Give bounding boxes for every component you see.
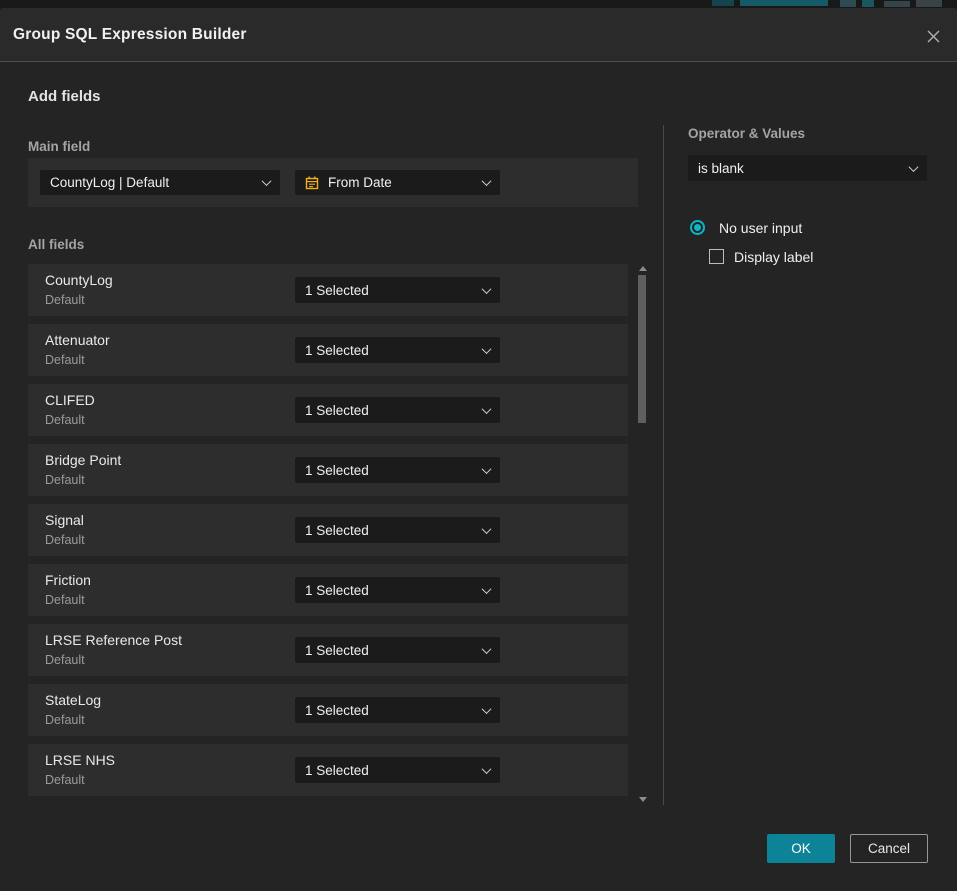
field-name: LRSE Reference Post [45, 632, 182, 648]
field-type: Default [45, 353, 85, 367]
field-name: Bridge Point [45, 452, 121, 468]
chevron-down-icon [909, 162, 919, 172]
dialog-title: Group SQL Expression Builder [13, 26, 247, 44]
add-fields-heading: Add fields [28, 88, 101, 105]
operator-dropdown[interactable]: is blank [688, 155, 927, 181]
field-type: Default [45, 593, 85, 607]
background-app-fragment [840, 0, 856, 7]
chevron-down-icon [482, 176, 492, 186]
panel-divider [663, 125, 664, 805]
background-app-fragment [884, 1, 910, 7]
field-type: Default [45, 293, 85, 307]
field-type: Default [45, 413, 85, 427]
background-app-fragment [862, 0, 874, 7]
no-user-input-label: No user input [719, 220, 802, 236]
close-icon [925, 28, 942, 45]
main-field-field-value: From Date [328, 175, 475, 190]
field-selection-dropdown[interactable]: 1 Selected [295, 517, 500, 543]
field-type: Default [45, 713, 85, 727]
field-type: Default [45, 773, 85, 787]
field-row-attenuator: Attenuator Default 1 Selected [28, 324, 628, 376]
field-row-friction: Friction Default 1 Selected [28, 564, 628, 616]
all-fields-label: All fields [28, 237, 84, 252]
field-row-signal: Signal Default 1 Selected [28, 504, 628, 556]
background-app-fragment [712, 0, 734, 6]
close-button[interactable] [924, 27, 942, 45]
main-field-panel: CountyLog | Default From Date [28, 158, 638, 207]
field-selection-dropdown[interactable]: 1 Selected [295, 397, 500, 423]
field-name: LRSE NHS [45, 752, 115, 768]
dialog-titlebar: Group SQL Expression Builder [0, 8, 957, 62]
field-row-bridge-point: Bridge Point Default 1 Selected [28, 444, 628, 496]
main-field-source-value: CountyLog | Default [50, 175, 255, 190]
screen: Group SQL Expression Builder Add fields … [0, 0, 957, 891]
radio-selected-dot [694, 224, 701, 231]
field-selection-dropdown[interactable]: 1 Selected [295, 637, 500, 663]
ok-button[interactable]: OK [767, 834, 835, 863]
chevron-down-icon [262, 176, 272, 186]
field-type: Default [45, 473, 85, 487]
cancel-button[interactable]: Cancel [850, 834, 928, 863]
scrollbar-thumb[interactable] [638, 275, 646, 423]
no-user-input-radio[interactable] [690, 220, 705, 235]
scrollbar-down-arrow-icon[interactable] [639, 797, 647, 802]
field-selection-dropdown[interactable]: 1 Selected [295, 697, 500, 723]
background-app-fragment [740, 0, 828, 6]
field-name: Signal [45, 512, 84, 528]
field-type: Default [45, 533, 85, 547]
field-row-countylog: CountyLog Default 1 Selected [28, 264, 628, 316]
display-label-label: Display label [734, 249, 813, 265]
scrollbar-up-arrow-icon[interactable] [639, 266, 647, 271]
field-name: CLIFED [45, 392, 95, 408]
field-selection-dropdown[interactable]: 1 Selected [295, 577, 500, 603]
operator-value: is blank [698, 161, 902, 176]
field-selection-dropdown[interactable]: 1 Selected [295, 337, 500, 363]
chevron-down-icon [482, 524, 492, 534]
field-selection-dropdown[interactable]: 1 Selected [295, 457, 500, 483]
chevron-down-icon [482, 344, 492, 354]
calendar-icon [305, 176, 319, 190]
field-name: CountyLog [45, 272, 113, 288]
chevron-down-icon [482, 284, 492, 294]
chevron-down-icon [482, 584, 492, 594]
chevron-down-icon [482, 464, 492, 474]
group-sql-expression-builder-dialog: Group SQL Expression Builder Add fields … [0, 8, 957, 891]
main-field-field-dropdown[interactable]: From Date [295, 170, 500, 195]
field-row-statelog: StateLog Default 1 Selected [28, 684, 628, 736]
chevron-down-icon [482, 404, 492, 414]
field-name: Friction [45, 572, 91, 588]
field-name: Attenuator [45, 332, 110, 348]
main-field-source-dropdown[interactable]: CountyLog | Default [40, 170, 280, 195]
operator-values-heading: Operator & Values [688, 126, 805, 141]
field-row-lrse-nhs: LRSE NHS Default 1 Selected [28, 744, 628, 796]
chevron-down-icon [482, 704, 492, 714]
chevron-down-icon [482, 644, 492, 654]
field-row-clifed: CLIFED Default 1 Selected [28, 384, 628, 436]
chevron-down-icon [482, 764, 492, 774]
field-selection-dropdown[interactable]: 1 Selected [295, 757, 500, 783]
field-row-lrse-reference-post: LRSE Reference Post Default 1 Selected [28, 624, 628, 676]
field-name: StateLog [45, 692, 101, 708]
main-field-label: Main field [28, 139, 90, 154]
field-selection-dropdown[interactable]: 1 Selected [295, 277, 500, 303]
field-type: Default [45, 653, 85, 667]
display-label-checkbox[interactable] [709, 249, 724, 264]
background-app-fragment [916, 0, 942, 7]
